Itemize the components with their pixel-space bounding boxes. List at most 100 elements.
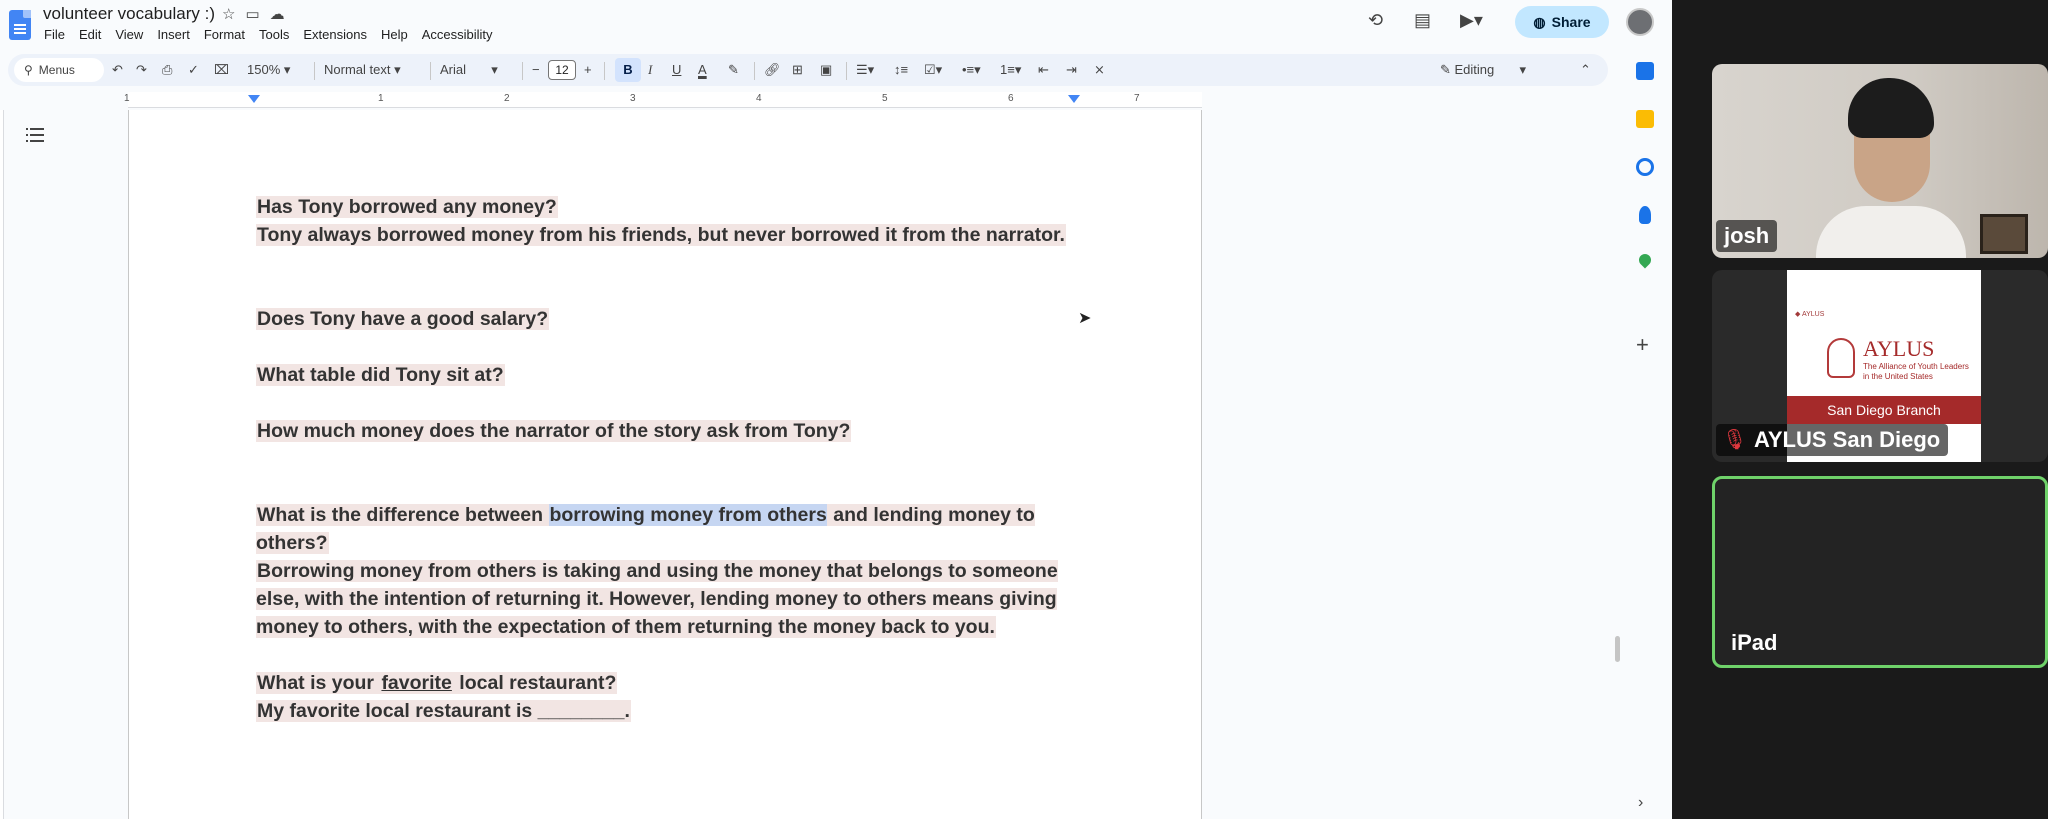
question-4: How much money does the narrator of the … (256, 420, 852, 442)
editing-mode-select[interactable]: ✎ Editing ▾ (1440, 59, 1526, 81)
mouse-pointer-icon: ➤ (1078, 310, 1092, 327)
increase-font-size-icon[interactable]: + (584, 59, 592, 81)
question-5-start: What is the difference between (256, 504, 550, 526)
aylus-title: AYLUS (1863, 336, 1935, 361)
increase-indent-icon[interactable]: ⇥ (1066, 59, 1077, 81)
participant-video (1816, 78, 1966, 258)
text-color-button[interactable]: A (698, 59, 707, 81)
move-folder-icon[interactable]: ▭ (245, 5, 259, 23)
share-button[interactable]: ◍ Share (1515, 6, 1609, 38)
menu-bar: File Edit View Insert Format Tools Exten… (44, 27, 493, 42)
menu-accessibility[interactable]: Accessibility (422, 27, 493, 42)
italic-button[interactable]: I (648, 59, 652, 81)
document-page[interactable]: Has Tony borrowed any money? Tony always… (128, 110, 1202, 819)
menu-tools[interactable]: Tools (259, 27, 289, 42)
question-3: What table did Tony sit at? (256, 364, 505, 386)
scrollbar-thumb[interactable] (1615, 636, 1620, 662)
style-select[interactable]: Normal text ▾ (324, 59, 401, 81)
font-select[interactable]: Arial ▾ (440, 59, 498, 81)
comments-icon[interactable]: ▤ (1414, 10, 1431, 31)
maps-icon[interactable] (1636, 251, 1654, 269)
video-call-panel: josh ◆ AYLUS AYLUS The Alliance of Youth… (1672, 0, 2048, 819)
redo-icon[interactable]: ↷ (136, 59, 147, 81)
account-avatar[interactable] (1626, 8, 1654, 36)
wall-picture (1980, 214, 2028, 254)
bulleted-list-icon[interactable]: •≡▾ (962, 59, 981, 81)
keep-icon[interactable] (1636, 110, 1654, 128)
menus-search[interactable]: ⚲ Menus (14, 58, 104, 82)
line-spacing-icon[interactable]: ↕≡ (894, 59, 908, 81)
underline-button[interactable]: U (672, 59, 681, 81)
document-body[interactable]: Has Tony borrowed any money? Tony always… (256, 193, 1076, 725)
mic-muted-icon: 🎙︎ (1722, 429, 1748, 451)
tasks-icon[interactable] (1636, 158, 1654, 176)
menu-view[interactable]: View (115, 27, 143, 42)
lightbulb-icon (1827, 338, 1855, 378)
ruler-number: 3 (630, 93, 636, 104)
horizontal-ruler[interactable]: 1 1 2 3 4 5 6 7 (124, 92, 1202, 108)
docs-window: volunteer vocabulary :) ☆ ▭ ☁ File Edit … (0, 0, 1672, 819)
participant-tile-josh[interactable]: josh (1712, 64, 2048, 258)
answer-5: Borrowing money from others is taking an… (256, 560, 1058, 638)
add-comment-icon[interactable]: ⊞ (792, 59, 803, 81)
document-outline-icon[interactable] (26, 128, 44, 142)
font-size-input[interactable]: 12 (548, 60, 576, 80)
menu-extensions[interactable]: Extensions (303, 27, 367, 42)
decrease-indent-icon[interactable]: ⇤ (1038, 59, 1049, 81)
ruler-number: 7 (1134, 93, 1140, 104)
aylus-tagline: The Alliance of Youth Leaders in the Uni… (1863, 362, 1969, 381)
question-2: Does Tony have a good salary? (256, 308, 550, 330)
highlight-color-icon[interactable]: ✎ (728, 59, 739, 81)
insert-link-icon[interactable]: 🔗︎ (764, 59, 781, 81)
undo-icon[interactable]: ↶ (112, 59, 123, 81)
document-title[interactable]: volunteer vocabulary :) (43, 4, 215, 24)
right-indent-marker[interactable] (1068, 95, 1080, 103)
version-history-icon[interactable]: ⟲ (1368, 10, 1383, 31)
style-value: Normal text (324, 62, 391, 77)
contacts-icon[interactable] (1639, 206, 1651, 224)
participant-name: josh (1716, 220, 1778, 252)
calendar-icon[interactable] (1636, 62, 1654, 80)
align-icon[interactable]: ☰▾ (856, 59, 874, 81)
checklist-icon[interactable]: ☑▾ (924, 59, 942, 81)
docs-top-bar: volunteer vocabulary :) ☆ ▭ ☁ File Edit … (0, 0, 1672, 52)
aylus-branch: San Diego Branch (1787, 396, 1981, 424)
zoom-select[interactable]: 150% ▾ (247, 59, 290, 81)
title-icons: ☆ ▭ ☁ (222, 5, 285, 23)
bold-button[interactable]: B (615, 58, 641, 82)
participant-tile-ipad[interactable]: iPad (1712, 476, 2048, 668)
menus-search-label: Menus (38, 63, 75, 77)
question-6-start: What is your (256, 672, 381, 694)
side-panel: + › (1618, 54, 1672, 819)
search-icon: ⚲ (24, 63, 33, 77)
decrease-font-size-icon[interactable]: − (532, 59, 540, 81)
menu-file[interactable]: File (44, 27, 65, 42)
ruler-number: 5 (882, 93, 888, 104)
print-icon[interactable]: ⎙ (162, 59, 172, 81)
cloud-status-icon[interactable]: ☁ (270, 5, 285, 23)
ruler-number: 6 (1008, 93, 1014, 104)
menu-help[interactable]: Help (381, 27, 408, 42)
menu-format[interactable]: Format (204, 27, 245, 42)
hide-side-panel-icon[interactable]: › (1638, 794, 1643, 812)
ruler-number: 2 (504, 93, 510, 104)
answer-6: My favorite local restaurant is ________… (256, 700, 631, 722)
ruler-number: 1 (378, 93, 384, 104)
spellcheck-icon[interactable]: ✓ (188, 59, 199, 81)
docs-logo-icon[interactable] (9, 10, 31, 40)
globe-icon: ◍ (1533, 13, 1546, 30)
paint-format-icon[interactable]: ⌧ (214, 59, 229, 81)
insert-image-icon[interactable]: ▣ (820, 59, 832, 81)
collapse-menus-icon[interactable]: ⌃ (1580, 59, 1591, 81)
star-icon[interactable]: ☆ (222, 5, 235, 23)
participant-tile-aylus[interactable]: ◆ AYLUS AYLUS The Alliance of Youth Lead… (1712, 270, 2048, 462)
numbered-list-icon[interactable]: 1≡▾ (1000, 59, 1021, 81)
ruler-number: 4 (756, 93, 762, 104)
spelling-suggestion[interactable]: favorite (380, 672, 453, 694)
menu-insert[interactable]: Insert (157, 27, 190, 42)
left-indent-marker[interactable] (248, 95, 260, 103)
clear-formatting-icon[interactable]: ⨯ (1094, 59, 1105, 81)
menu-edit[interactable]: Edit (79, 27, 101, 42)
meet-icon[interactable]: ▶▾ (1460, 10, 1483, 31)
get-add-ons-icon[interactable]: + (1636, 332, 1649, 358)
